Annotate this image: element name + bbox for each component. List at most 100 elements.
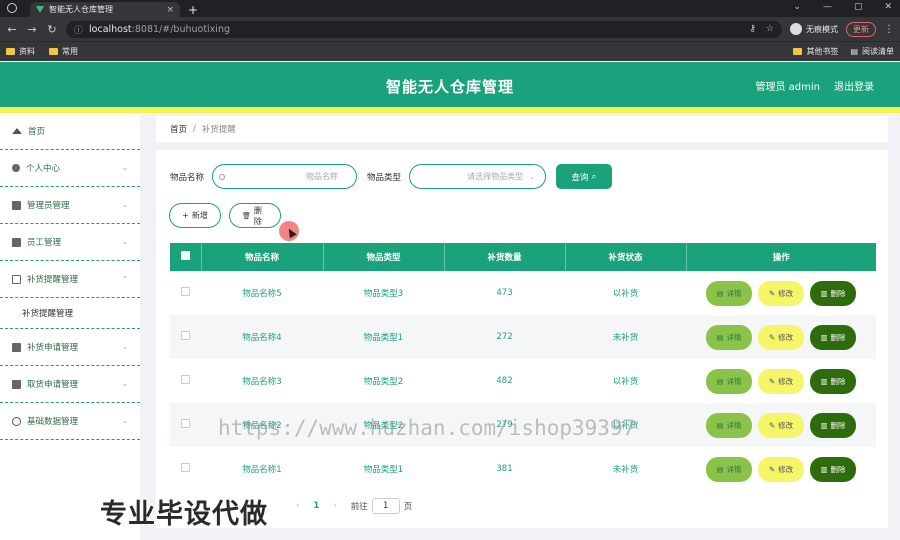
breadcrumb-current: 补货提醒 — [201, 125, 236, 135]
cell-restock-status: 以补货 — [565, 271, 686, 315]
row-delete-button[interactable]: ▥ 删除 — [810, 456, 856, 482]
sidebar-item-profile[interactable]: 个人中心 ⌄ — [0, 150, 140, 187]
update-button[interactable]: 更新 — [846, 21, 876, 37]
detail-label: 详情 — [726, 420, 742, 430]
row-delete-button[interactable]: ▥ 删除 — [810, 324, 856, 350]
next-page-icon[interactable]: › — [333, 501, 336, 511]
sidebar-item-label: 基础数据管理 — [27, 417, 79, 427]
row-delete-button[interactable]: ▥ 删除 — [810, 412, 856, 438]
edit-button[interactable]: ✎ 修改 — [758, 412, 804, 438]
cell-restock-status: 以补货 — [565, 359, 686, 403]
cell-restock-qty: 381 — [444, 447, 565, 491]
row-delete-label: 删除 — [830, 376, 846, 386]
row-select-cell[interactable] — [170, 271, 201, 315]
trash-icon: ▥ — [820, 464, 828, 474]
edit-button[interactable]: ✎ 修改 — [758, 324, 804, 350]
incognito-indicator[interactable]: 无痕模式 — [790, 23, 838, 35]
edit-button[interactable]: ✎ 修改 — [758, 368, 804, 394]
back-icon[interactable]: ← — [6, 23, 18, 36]
goto-page-input[interactable]: 1 — [371, 498, 400, 514]
close-window-icon[interactable]: ✕ — [884, 2, 892, 12]
cell-operations: ▤ 详情 ✎ 修改 ▥ 删除 — [686, 315, 876, 359]
new-tab-button[interactable]: + — [188, 3, 198, 17]
key-icon[interactable]: ⚷ — [749, 24, 756, 34]
pencil-icon: ✎ — [768, 420, 776, 430]
browser-tab[interactable]: 智能无人仓库管理 × — [30, 2, 180, 17]
item-type-select[interactable]: 请选择物品类型 ⌄ — [409, 164, 547, 189]
cell-operations: ▤ 详情 ✎ 修改 ▥ 删除 — [686, 271, 876, 315]
main-content: 物品名称 物品名称 物品类型 请选择物品类型 ⌄ 查询 ⌕ + 新增 🗑 删除 … — [156, 150, 888, 528]
cell-restock-status: 未补货 — [565, 447, 686, 491]
pencil-icon: ✎ — [768, 332, 776, 342]
row-delete-button[interactable]: ▥ 删除 — [810, 368, 856, 394]
tab-search-icon[interactable]: ⌄ — [793, 2, 801, 12]
pagination: ‹ 1 › 前往 1 页 — [296, 498, 412, 514]
goto-label: 前往 — [350, 502, 368, 512]
row-delete-button[interactable]: ▥ 删除 — [810, 280, 856, 306]
user-icon — [12, 164, 20, 172]
page-number[interactable]: 1 — [313, 501, 319, 511]
tab-close-icon[interactable]: × — [166, 5, 174, 15]
edit-button[interactable]: ✎ 修改 — [758, 280, 804, 306]
maximize-icon[interactable]: ▢ — [854, 2, 863, 12]
edit-button[interactable]: ✎ 修改 — [758, 456, 804, 482]
select-all-checkbox[interactable] — [180, 251, 190, 260]
star-icon[interactable]: ☆ — [766, 24, 774, 34]
bookmark-folder-ziliao[interactable]: 资料 — [6, 46, 35, 57]
detail-button[interactable]: ▤ 详情 — [706, 412, 752, 438]
sidebar-item-admin[interactable]: 管理员管理 ⌄ — [0, 187, 140, 224]
sidebar-item-label: 首页 — [28, 127, 46, 137]
add-button[interactable]: + 新增 — [169, 203, 221, 228]
url-host: localhost — [89, 23, 132, 35]
reading-list[interactable]: ▤ 阅读清单 — [850, 46, 894, 57]
cell-item-type: 物品类型2 — [323, 359, 444, 403]
sidebar-item-home[interactable]: 首页 — [0, 113, 140, 150]
row-checkbox[interactable] — [181, 287, 190, 296]
sidebar-item-restock-request[interactable]: 补货申请管理 ⌄ — [0, 329, 140, 366]
detail-button[interactable]: ▤ 详情 — [706, 280, 752, 306]
row-select-cell[interactable] — [170, 447, 201, 491]
sidebar-subitem-restock-reminder[interactable]: 补货提醒管理 — [0, 298, 140, 329]
info-icon[interactable]: ⓘ — [74, 23, 83, 36]
row-select-cell[interactable] — [170, 359, 201, 403]
detail-label: 详情 — [726, 464, 742, 474]
row-select-cell[interactable] — [170, 403, 201, 447]
row-checkbox[interactable] — [181, 375, 190, 384]
admin-user[interactable]: 管理员 admin — [755, 78, 820, 93]
sidebar-item-base-data[interactable]: 基础数据管理 ⌄ — [0, 403, 140, 440]
sidebar-item-restock-reminder[interactable]: 补货提醒管理 ⌃ — [0, 261, 140, 298]
bookmark-folder-changyong[interactable]: 常用 — [49, 46, 78, 57]
bookmark-other[interactable]: 其他书签 — [793, 46, 838, 57]
sidebar-item-label: 员工管理 — [27, 238, 62, 248]
row-checkbox[interactable] — [181, 331, 190, 340]
sidebar-item-staff[interactable]: 员工管理 ⌄ — [0, 224, 140, 261]
menu-kebab-icon[interactable]: ⋮ — [884, 24, 894, 35]
item-name-label: 物品名称 — [170, 172, 205, 183]
row-delete-label: 删除 — [830, 464, 846, 474]
query-button[interactable]: 查询 ⌕ — [556, 164, 613, 189]
delete-button[interactable]: 🗑 删除 — [229, 203, 281, 228]
prev-page-icon[interactable]: ‹ — [296, 501, 299, 511]
sidebar-item-pickup-request[interactable]: 取货申请管理 ⌄ — [0, 366, 140, 403]
chevron-up-icon: ⌃ — [122, 275, 128, 283]
detail-button[interactable]: ▤ 详情 — [706, 324, 752, 350]
address-bar[interactable]: ⓘ localhost:8081/#/buhuotixing ⚷ ☆ — [66, 20, 782, 38]
cell-item-type: 物品类型1 — [323, 315, 444, 359]
browser-tabbar: 智能无人仓库管理 × + ⌄ — ▢ ✕ — [0, 0, 900, 17]
row-delete-label: 删除 — [830, 288, 846, 298]
row-checkbox[interactable] — [181, 419, 190, 428]
chart-icon — [12, 379, 21, 389]
reload-icon[interactable]: ↻ — [46, 23, 58, 36]
select-all-cell[interactable] — [170, 243, 202, 271]
breadcrumb-home[interactable]: 首页 — [170, 123, 187, 135]
forward-icon[interactable]: → — [26, 23, 38, 36]
minimize-icon[interactable]: — — [823, 2, 832, 12]
row-select-cell[interactable] — [170, 315, 201, 359]
row-checkbox[interactable] — [181, 463, 190, 472]
doc-icon: ▤ — [716, 288, 724, 298]
item-name-input[interactable]: 物品名称 — [212, 164, 358, 189]
edit-label: 修改 — [778, 332, 794, 342]
logout-link[interactable]: 退出登录 — [834, 78, 874, 93]
detail-button[interactable]: ▤ 详情 — [706, 456, 752, 482]
detail-button[interactable]: ▤ 详情 — [706, 368, 752, 394]
